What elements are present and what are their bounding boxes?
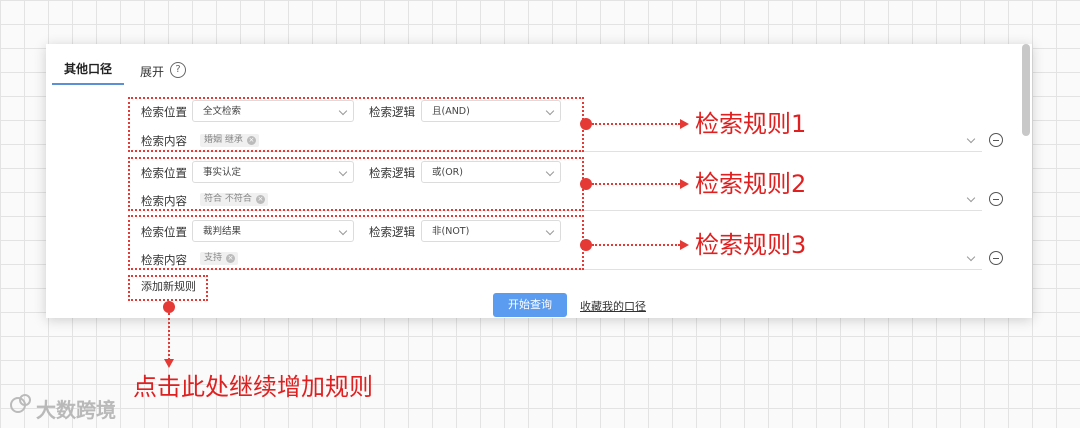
start-search-button[interactable]: 开始查询	[493, 293, 567, 317]
annotation-rule-1: 检索规则1	[695, 110, 807, 138]
annotation-dot	[580, 118, 592, 130]
annotation-add-hint: 点击此处继续增加规则	[133, 373, 373, 401]
annotation-rule-3: 检索规则3	[695, 231, 807, 259]
scrollbar[interactable]	[1022, 44, 1030, 318]
help-icon[interactable]: ?	[170, 62, 186, 78]
annotation-line	[592, 183, 680, 185]
rule-1-highlight	[128, 97, 584, 152]
watermark: 大数跨境	[36, 398, 116, 422]
arrow-right-icon	[680, 240, 689, 250]
arrow-right-icon	[680, 119, 689, 129]
annotation-rule-2: 检索规则2	[695, 170, 807, 198]
tab-other-criteria[interactable]: 其他口径	[52, 60, 124, 85]
scroll-thumb[interactable]	[1022, 44, 1030, 136]
arrow-down-icon	[164, 359, 174, 368]
annotation-dot	[580, 239, 592, 251]
annotation-line	[168, 313, 170, 360]
favorite-criteria-link[interactable]: 收藏我的口径	[580, 298, 646, 314]
arrow-right-icon	[680, 179, 689, 189]
rule-2-highlight	[128, 157, 584, 211]
watermark-logo-icon	[10, 394, 31, 413]
expand-link[interactable]: 展开	[140, 63, 164, 80]
annotation-line	[592, 123, 680, 125]
remove-rule-icon[interactable]	[989, 251, 1003, 265]
annotation-dot	[580, 178, 592, 190]
rule-3-highlight	[128, 215, 584, 270]
chevron-down-icon	[966, 193, 976, 203]
annotation-line	[592, 244, 680, 246]
chevron-down-icon	[966, 252, 976, 262]
add-rule-highlight	[128, 275, 208, 301]
annotation-dot	[163, 301, 175, 313]
remove-rule-icon[interactable]	[989, 192, 1003, 206]
chevron-down-icon	[966, 134, 976, 144]
remove-rule-icon[interactable]	[989, 133, 1003, 147]
